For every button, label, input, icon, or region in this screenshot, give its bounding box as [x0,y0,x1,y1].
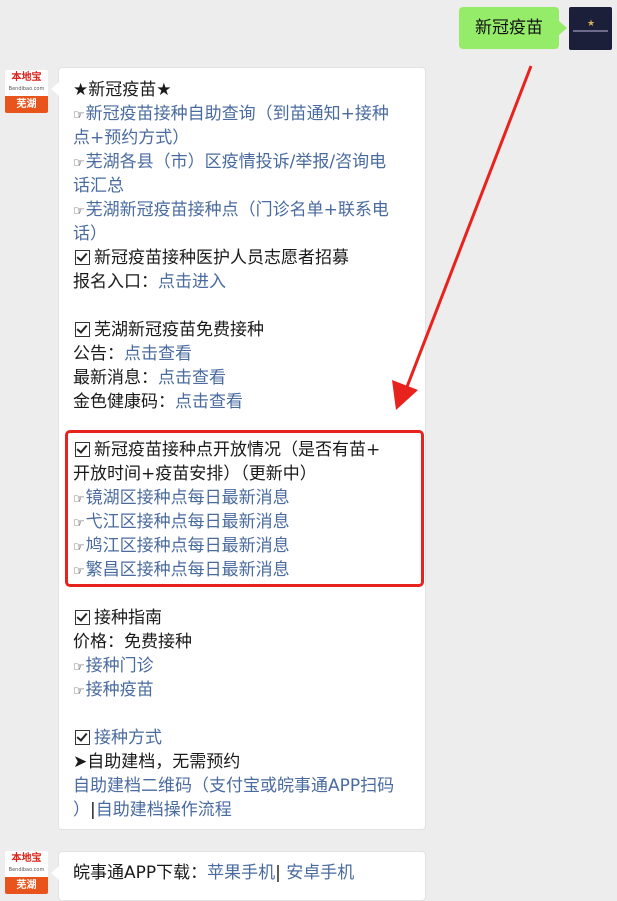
annotation-arrow [392,65,533,410]
